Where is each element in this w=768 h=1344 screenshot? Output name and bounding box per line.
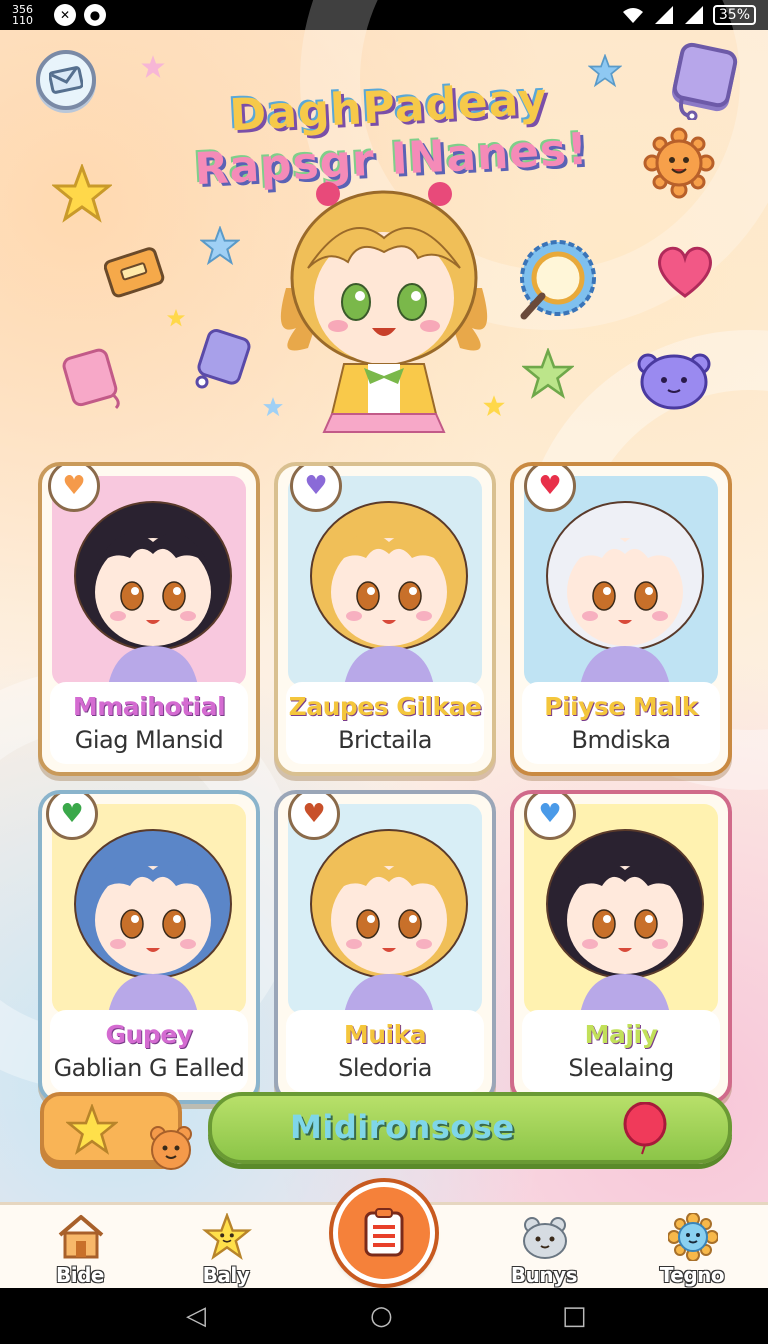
bear-sticker-icon [150,1126,192,1170]
sun-face-icon [643,127,715,199]
green-badge-icon: ♥ [46,794,98,840]
purple-blob-icon [637,353,711,410]
favorites-star-button[interactable] [40,1092,192,1170]
card-label-panel: Piiyse Malk Bmdiska [522,682,720,764]
envelope-icon [49,66,83,94]
character-card[interactable]: ♥ Majiy Slealaing [510,790,732,1104]
game-notification-icon: ● [84,4,106,26]
character-subtitle: Bmdiska [571,726,671,754]
character-subtitle: Sledoria [338,1054,432,1082]
pink-bag-icon [62,348,120,410]
character-card[interactable]: ♥ Muika Sledoria [274,790,496,1104]
character-subtitle: Gablian G Ealled [53,1054,245,1082]
back-icon[interactable]: ◁ [186,1302,206,1330]
green-star-icon [522,348,574,399]
red-heart-icon: ♥ [524,466,576,512]
home-circle-icon[interactable]: ○ [370,1302,393,1330]
main-action-button[interactable]: Midironsose [208,1092,732,1164]
bag-tag-icon [679,97,698,120]
card-label-panel: Mmaihotial Giag Mlansid [50,682,248,764]
bunny-face-icon [523,1217,567,1259]
character-name: Gupey [105,1020,193,1049]
recents-square-icon[interactable]: □ [562,1302,587,1330]
nav-label-daily: Baly [202,1263,250,1287]
card-label-panel: Muika Sledoria [286,1010,484,1092]
character-subtitle: Slealaing [568,1054,674,1082]
close-notification-icon: ✕ [54,4,76,26]
nav-label-home: Bide [56,1263,104,1287]
smile-face-icon: ♥ [48,466,100,512]
character-subtitle: Brictaila [338,726,432,754]
nav-label-tegno: Tegno [659,1263,725,1287]
character-card[interactable]: ♥ Piiyse Malk Bmdiska [510,462,732,776]
balloon-icon [623,1102,667,1155]
character-card[interactable]: ♥ Zaupes Gilkae Brictaila [274,462,496,776]
character-name: Majiy [584,1020,658,1049]
nav-item-home[interactable]: Bide [20,1205,140,1291]
small-star-icon [200,226,240,266]
nav-item-bunys[interactable]: Bunys [484,1205,604,1291]
card-label-panel: Gupey Gablian G Ealled [50,1010,248,1092]
system-navigation-bar: ◁ ○ □ [0,1288,768,1344]
status-time: 356 110 [12,3,33,27]
mascot-character [280,182,488,433]
heart-icon [658,246,712,298]
mail-button[interactable] [36,50,96,110]
purple-bag-icon [195,329,251,389]
star-icon [66,1104,118,1155]
ticket-icon [104,247,165,298]
nav-item-daily[interactable]: Baly [166,1205,286,1291]
blue-bunny-icon: ♥ [524,794,576,840]
character-subtitle: Giag Mlansid [74,726,224,754]
tiny-star-icon-3 [167,309,185,327]
card-label-panel: Majiy Slealaing [522,1010,720,1092]
smiling-star-icon [202,1213,252,1260]
character-name: Mmaihotial [72,692,226,721]
flower-face-icon [668,1213,718,1261]
nav-item-tegno[interactable]: Tegno [632,1205,752,1291]
card-label-panel: Zaupes Gilkae Brictaila [286,682,484,764]
sparkle-star-icon [141,55,165,78]
magnifier-icon [520,240,596,320]
clipboard-icon [364,1208,404,1257]
main-action-label: Midironsose [290,1108,515,1146]
center-quest-button[interactable] [333,1182,435,1284]
sparkle-star-icon-2 [588,54,622,88]
fox-mask-icon: ♥ [288,794,340,840]
nav-label-bunys: Bunys [510,1263,578,1287]
character-name: Zaupes Gilkae [288,692,482,721]
character-card[interactable]: ♥ Mmaihotial Giag Mlansid [38,462,260,776]
character-card[interactable]: ♥ Gupey Gablian G Ealled [38,790,260,1104]
star-icon [52,164,112,223]
house-icon [58,1215,104,1259]
character-name: Piiyse Malk [544,692,698,721]
character-name: Muika [343,1020,427,1049]
purple-heart-icon: ♥ [290,466,342,512]
